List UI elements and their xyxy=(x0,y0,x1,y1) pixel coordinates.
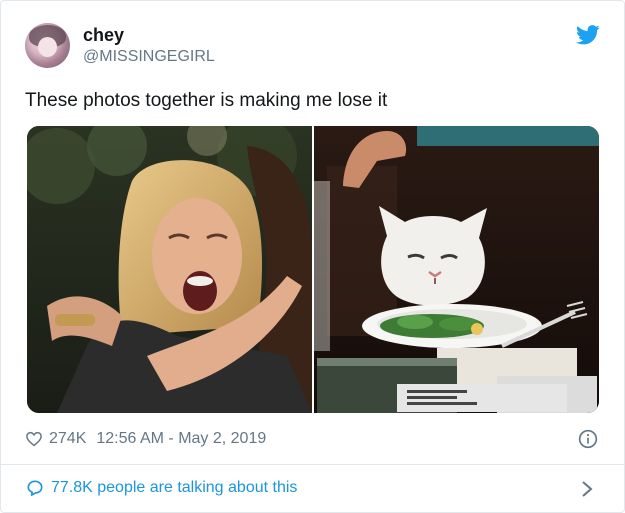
author-name[interactable]: chey xyxy=(83,25,124,46)
avatar[interactable] xyxy=(25,23,70,68)
tweet-timestamp[interactable]: 12:56 AM - May 2, 2019 xyxy=(96,430,266,448)
twitter-bird-icon[interactable] xyxy=(576,25,600,45)
meme-image xyxy=(27,126,599,413)
tweet-meta: 274K 12:56 AM - May 2, 2019 xyxy=(25,429,266,449)
chevron-right-icon[interactable] xyxy=(580,480,594,498)
tweet-text: These photos together is making me lose … xyxy=(25,90,388,111)
tweet-media[interactable] xyxy=(27,126,599,413)
divider xyxy=(1,464,624,465)
conversation-link[interactable]: 77.8K people are talking about this xyxy=(25,478,297,498)
author-handle[interactable]: @MISSINGEGIRL xyxy=(83,48,215,66)
info-icon[interactable] xyxy=(578,429,598,449)
conversation-text[interactable]: 77.8K people are talking about this xyxy=(51,479,297,497)
left-photo xyxy=(27,126,313,413)
avatar-face xyxy=(38,37,57,57)
right-photo xyxy=(314,126,599,413)
tweet-card: chey @MISSINGEGIRL These photos together… xyxy=(0,0,625,513)
heart-icon[interactable] xyxy=(25,430,43,448)
like-count[interactable]: 274K xyxy=(49,430,86,448)
speech-bubble-icon xyxy=(27,480,43,496)
